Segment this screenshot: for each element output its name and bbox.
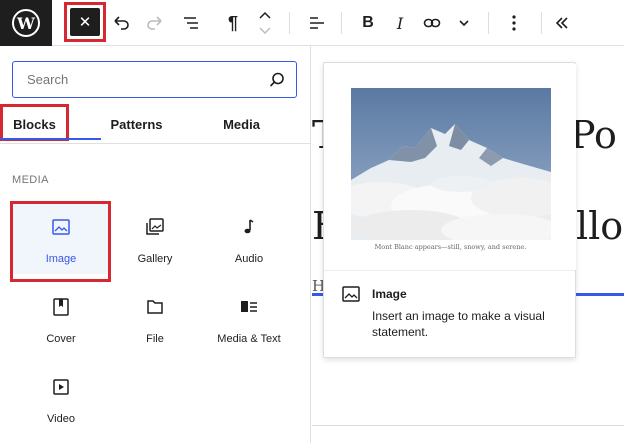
block-inserter-panel: Blocks Patterns Media MEDIA Image Galler… [0, 46, 311, 443]
wordpress-icon: W [12, 9, 40, 37]
collapse-toolbar-button[interactable] [552, 5, 572, 41]
block-label: File [146, 333, 164, 345]
close-inserter-button[interactable]: ✕ [70, 8, 100, 36]
toolbar-divider [541, 12, 542, 34]
block-gallery[interactable]: Gallery [107, 204, 203, 274]
tab-media[interactable]: Media [194, 104, 289, 144]
editor-toolbar: W ✕ ¶ B I [0, 0, 624, 46]
block-image-highlight [10, 201, 111, 282]
block-label: Gallery [137, 253, 173, 265]
video-icon [50, 376, 72, 398]
file-icon [144, 296, 166, 318]
cover-icon [50, 296, 72, 318]
align-left-icon [310, 17, 324, 29]
redo-icon [147, 16, 162, 30]
block-cover[interactable]: Cover [13, 284, 109, 354]
block-preview-popover: Mont Blanc appears—still, snowy, and ser… [323, 62, 576, 358]
chevron-up-down-icon [259, 11, 271, 35]
options-button[interactable] [504, 5, 524, 41]
block-video[interactable]: Video [13, 364, 109, 434]
active-tab-indicator [0, 138, 101, 140]
paragraph-block-button[interactable]: ¶ [222, 5, 244, 41]
tab-blocks-highlight [0, 104, 69, 141]
move-block-button[interactable] [256, 5, 274, 41]
document-overview-button[interactable] [180, 5, 202, 41]
block-label: Audio [234, 253, 264, 265]
post-title-text: Po [570, 113, 617, 157]
block-label: Media & Text [217, 333, 281, 345]
block-file[interactable]: File [107, 284, 203, 354]
media-text-icon [238, 296, 260, 318]
toolbar-divider [488, 12, 489, 34]
link-icon [423, 18, 441, 28]
block-audio[interactable]: Audio [201, 204, 297, 274]
italic-button[interactable]: I [390, 5, 410, 41]
toolbar-divider [289, 12, 290, 34]
search-input[interactable] [27, 72, 257, 87]
category-heading: MEDIA [12, 174, 49, 186]
undo-button[interactable] [110, 5, 132, 41]
preview-image-area: Mont Blanc appears—still, snowy, and ser… [325, 64, 576, 270]
gallery-icon [144, 216, 166, 238]
search-icon [269, 72, 284, 87]
wordpress-logo-button[interactable]: W [0, 0, 52, 46]
search-box[interactable] [12, 61, 297, 98]
toolbar-divider [341, 12, 342, 34]
block-label: Cover [46, 333, 76, 345]
block-label: Video [47, 413, 75, 425]
block-media-text[interactable]: Media & Text [201, 284, 297, 354]
post-heading-text: llo [576, 204, 624, 248]
more-vertical-icon [512, 15, 516, 31]
chevrons-left-icon [555, 17, 568, 29]
preview-description: Insert an image to make a visual stateme… [372, 309, 545, 339]
align-button[interactable] [306, 5, 328, 41]
undo-icon [114, 16, 129, 30]
image-icon [342, 286, 360, 302]
preview-divider [324, 270, 575, 271]
more-formatting-button[interactable] [455, 5, 473, 41]
redo-button[interactable] [144, 5, 166, 41]
preview-caption: Mont Blanc appears—still, snowy, and ser… [374, 243, 527, 251]
audio-icon [238, 216, 260, 238]
link-button[interactable] [421, 5, 443, 41]
canvas-divider [312, 425, 624, 426]
preview-image [351, 88, 551, 240]
list-view-icon [184, 17, 198, 29]
chevron-down-icon [459, 20, 469, 27]
close-inserter-highlight: ✕ [64, 2, 106, 42]
tab-patterns[interactable]: Patterns [89, 104, 184, 144]
preview-title: Image [372, 287, 407, 301]
bold-button[interactable]: B [358, 5, 378, 41]
